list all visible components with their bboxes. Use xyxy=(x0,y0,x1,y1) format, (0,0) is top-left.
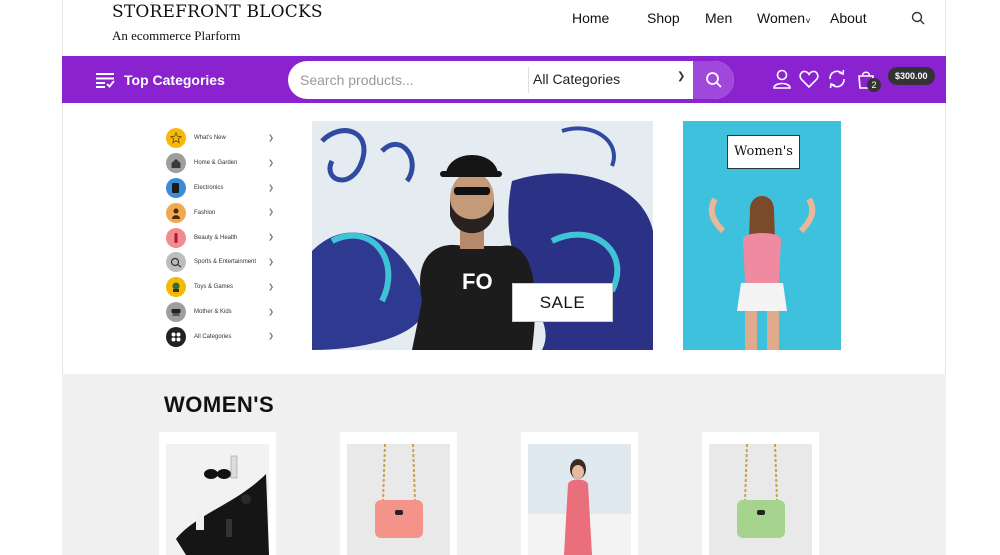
product-card[interactable] xyxy=(702,432,819,555)
category-item-all-categories[interactable]: All Categories ❯ xyxy=(166,324,280,349)
nav-home[interactable]: Home xyxy=(572,10,609,28)
chevron-down-icon: ❯ xyxy=(677,71,686,82)
chevron-right-icon: ❯ xyxy=(268,283,274,291)
category-label: Fashion xyxy=(194,209,216,216)
category-select-value: All Categories xyxy=(533,71,621,87)
category-label: Mother & Kids xyxy=(194,308,232,315)
product-pink-dress-image xyxy=(528,444,631,555)
product-card[interactable] xyxy=(340,432,457,555)
chevron-right-icon: ❯ xyxy=(268,234,274,242)
beauty-icon xyxy=(166,227,186,248)
category-item-sports-entertainment[interactable]: Sports & Entertainment ❯ xyxy=(166,250,280,275)
search-divider xyxy=(528,67,529,93)
category-item-beauty-health[interactable]: Beauty & Health ❯ xyxy=(166,225,280,250)
menu-list-icon xyxy=(96,73,115,88)
grid-icon xyxy=(166,326,186,347)
category-label: Electronics xyxy=(194,184,224,191)
product-pink-bag-image xyxy=(347,444,450,555)
category-item-toys-games[interactable]: Toys & Games ❯ xyxy=(166,275,280,300)
nav-women[interactable]: Womenv xyxy=(757,10,810,28)
search-icon[interactable] xyxy=(911,11,925,25)
chevron-down-icon: v xyxy=(805,16,810,25)
star-icon xyxy=(166,128,186,149)
search-input[interactable] xyxy=(300,71,526,89)
category-label: What's New xyxy=(194,135,226,142)
hero-shirt-text: FO xyxy=(462,269,493,294)
nav-shop[interactable]: Shop xyxy=(647,10,680,28)
chevron-right-icon: ❯ xyxy=(268,258,274,266)
chevron-right-icon: ❯ xyxy=(268,209,274,217)
home-garden-icon xyxy=(166,153,186,174)
sports-icon xyxy=(166,252,186,273)
category-item-fashion[interactable]: Fashion ❯ xyxy=(166,200,280,225)
user-icon[interactable] xyxy=(771,68,793,90)
category-label: All Categories xyxy=(194,333,232,340)
mother-kids-icon xyxy=(166,301,186,322)
section-title: WOMEN'S xyxy=(164,392,275,417)
category-select[interactable]: All Categories ❯ xyxy=(533,71,693,89)
nav-women-label: Women xyxy=(757,10,805,26)
cart-total-badge[interactable]: $300.00 xyxy=(888,67,935,85)
product-search: All Categories ❯ xyxy=(288,61,734,99)
category-item-home-garden[interactable]: Home & Garden ❯ xyxy=(166,151,280,176)
site-title[interactable]: STOREFRONT BLOCKS xyxy=(112,2,323,22)
product-card[interactable] xyxy=(521,432,638,555)
womens-banner-label[interactable]: Women's xyxy=(727,135,800,169)
chevron-right-icon: ❯ xyxy=(268,308,274,316)
product-image xyxy=(709,444,812,555)
chevron-right-icon: ❯ xyxy=(268,184,274,192)
product-image xyxy=(166,444,269,555)
category-item-mother-kids[interactable]: Mother & Kids ❯ xyxy=(166,300,280,325)
toys-icon xyxy=(166,277,186,298)
top-categories-label: Top Categories xyxy=(124,72,225,88)
product-accessories-image xyxy=(166,444,269,555)
category-label: Sports & Entertainment xyxy=(194,259,257,266)
search-button[interactable] xyxy=(693,61,734,99)
compare-icon[interactable] xyxy=(826,68,848,90)
fashion-icon xyxy=(166,202,186,223)
category-list: What's New ❯ Home & Garden ❯ Electronics… xyxy=(166,126,280,349)
cart-count-badge: 2 xyxy=(867,78,881,92)
nav-men[interactable]: Men xyxy=(705,10,732,28)
product-image xyxy=(347,444,450,555)
category-label: Toys & Games xyxy=(194,284,234,291)
heart-icon[interactable] xyxy=(798,68,820,90)
category-item-whats-new[interactable]: What's New ❯ xyxy=(166,126,280,151)
chevron-right-icon: ❯ xyxy=(268,333,274,341)
sale-label[interactable]: SALE xyxy=(512,283,613,322)
category-label: Home & Garden xyxy=(194,160,238,167)
nav-about[interactable]: About xyxy=(830,10,867,28)
search-icon xyxy=(705,72,722,88)
top-categories-button[interactable]: Top Categories xyxy=(96,71,225,89)
category-label: Beauty & Health xyxy=(194,234,238,241)
product-green-bag-image xyxy=(709,444,812,555)
electronics-icon xyxy=(166,177,186,198)
chevron-right-icon: ❯ xyxy=(268,159,274,167)
product-card[interactable] xyxy=(159,432,276,555)
chevron-right-icon: ❯ xyxy=(268,135,274,142)
category-item-electronics[interactable]: Electronics ❯ xyxy=(166,176,280,201)
site-tagline: An ecommerce Plarform xyxy=(112,28,241,43)
product-image xyxy=(528,444,631,555)
